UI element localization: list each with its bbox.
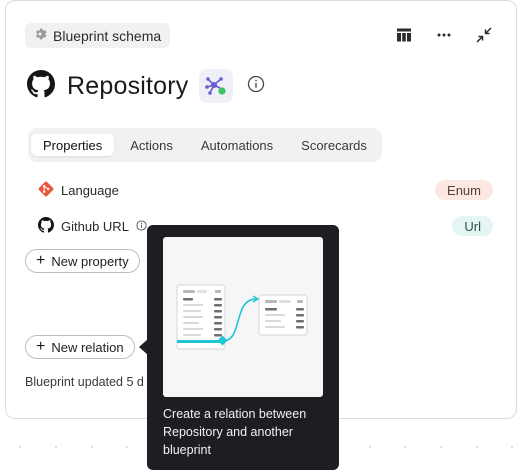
property-type-badge: Url xyxy=(452,216,493,236)
collapse-icon[interactable] xyxy=(475,26,493,44)
property-row-github-url[interactable]: Github URL xyxy=(38,217,147,236)
new-relation-tooltip: Create a relation between Repository and… xyxy=(147,225,339,470)
blueprint-graph-icon[interactable] xyxy=(198,69,233,103)
blueprint-title: Repository xyxy=(67,71,189,100)
info-icon[interactable] xyxy=(233,75,265,98)
blueprint-schema-chip[interactable]: Blueprint schema xyxy=(25,23,171,48)
property-row-language[interactable]: Language xyxy=(38,181,119,200)
gear-icon xyxy=(33,27,47,44)
property-type-badge: Enum xyxy=(435,180,493,200)
tab-properties[interactable]: Properties xyxy=(31,134,115,156)
blueprint-schema-label: Blueprint schema xyxy=(53,27,162,44)
card-toolbar xyxy=(395,26,493,44)
tooltip-text: Create a relation between Repository and… xyxy=(163,407,307,457)
github-icon xyxy=(38,217,54,236)
relation-illustration xyxy=(163,237,323,397)
blueprint-tabs: Properties Actions Automations Scorecard… xyxy=(28,128,382,162)
plus-icon: + xyxy=(36,338,46,355)
more-options-icon[interactable] xyxy=(435,26,453,44)
new-property-label: New property xyxy=(51,253,129,269)
info-icon[interactable] xyxy=(136,219,147,234)
tab-automations[interactable]: Automations xyxy=(189,134,285,156)
new-relation-button[interactable]: + New relation xyxy=(25,335,135,359)
page: Blueprint schema Repository Properties A… xyxy=(0,0,521,473)
table-view-icon[interactable] xyxy=(395,26,413,44)
property-name: Github URL xyxy=(61,219,129,234)
tab-actions[interactable]: Actions xyxy=(118,134,185,156)
plus-icon: + xyxy=(36,252,46,269)
git-icon xyxy=(38,181,54,200)
new-property-button[interactable]: + New property xyxy=(25,249,140,273)
tab-scorecards[interactable]: Scorecards xyxy=(289,134,379,156)
blueprint-title-row: Repository xyxy=(27,69,265,103)
blueprint-updated-text: Blueprint updated 5 d xyxy=(25,375,144,389)
new-relation-label: New relation xyxy=(51,339,124,355)
property-name: Language xyxy=(61,183,119,198)
github-icon xyxy=(27,69,55,103)
